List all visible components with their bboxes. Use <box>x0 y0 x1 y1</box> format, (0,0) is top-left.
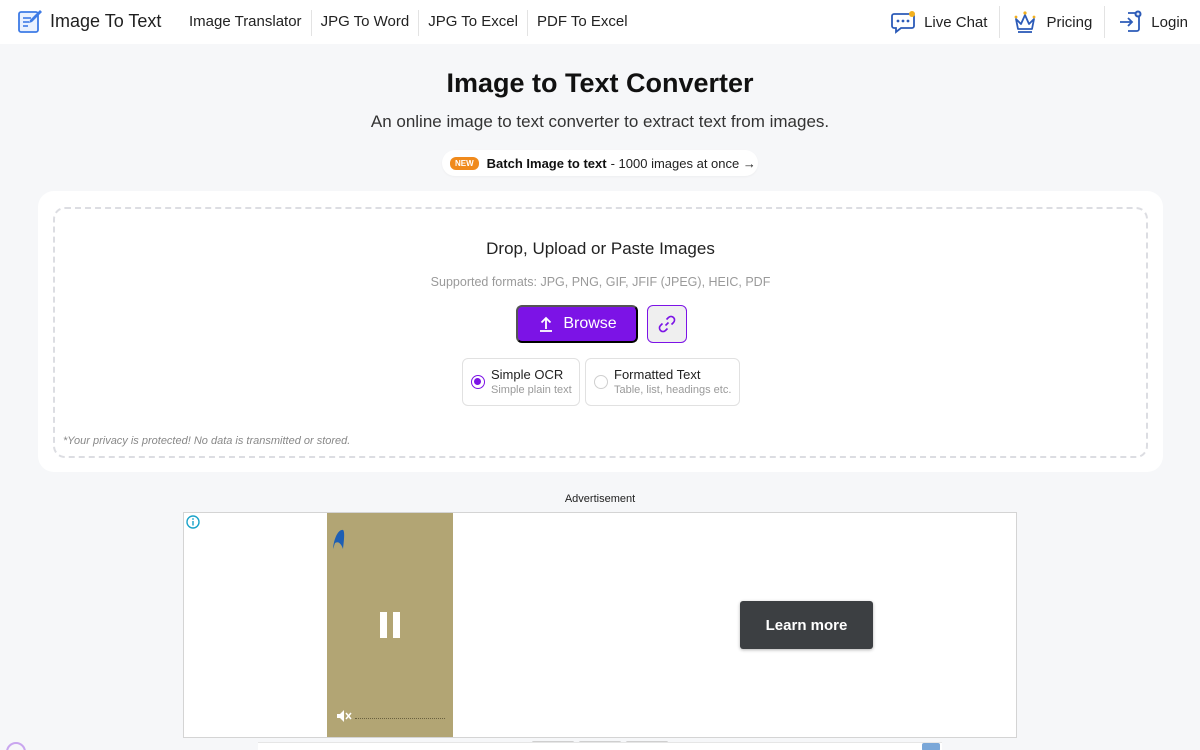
upload-arrow-icon <box>540 316 553 332</box>
nav-jpg-to-excel[interactable]: JPG To Excel <box>419 10 528 36</box>
formatted-text-desc: Table, list, headings etc. <box>614 383 732 396</box>
mute-icon[interactable] <box>336 709 352 723</box>
login-button[interactable]: Login <box>1105 6 1200 38</box>
ad-video[interactable] <box>327 513 453 737</box>
pause-icon[interactable] <box>378 612 402 638</box>
chat-widget-icon[interactable] <box>4 738 28 750</box>
header-actions: Live Chat Pricing Login <box>878 6 1200 38</box>
formatted-text-title: Formatted Text <box>614 366 701 382</box>
nav-pdf-to-excel[interactable]: PDF To Excel <box>528 10 637 36</box>
advertisement-label: Advertisement <box>564 493 636 505</box>
live-chat-button[interactable]: Live Chat <box>878 6 1001 38</box>
pricing-button[interactable]: Pricing <box>1000 6 1106 38</box>
nav-jpg-to-word[interactable]: JPG To Word <box>312 10 420 36</box>
batch-link-title: Batch Image to text <box>486 155 607 171</box>
batch-image-to-text-link[interactable]: NEW Batch Image to text - 1000 images at… <box>442 150 758 176</box>
simple-ocr-option[interactable]: Simple OCR Simple plain text <box>462 358 580 406</box>
browse-label: Browse <box>563 315 617 332</box>
top-navigation-bar: Image To Text Image Translator JPG To Wo… <box>0 0 1200 44</box>
page-subtitle: An online image to text converter to ext… <box>370 112 830 131</box>
ad-caption-line <box>355 718 445 721</box>
upload-from-url-button[interactable] <box>647 305 687 343</box>
ad-frame: Learn more <box>183 512 1017 738</box>
simple-ocr-title: Simple OCR <box>491 366 564 382</box>
main-nav: Image Translator JPG To Word JPG To Exce… <box>180 10 637 36</box>
batch-link-detail: - 1000 images at once → <box>610 155 756 171</box>
formatted-text-radio[interactable] <box>594 375 608 389</box>
bottom-banner <box>258 742 942 750</box>
site-name: Image To Text <box>50 10 162 31</box>
login-label: Login <box>1151 13 1188 31</box>
new-badge: NEW <box>450 156 479 170</box>
formatted-text-option[interactable]: Formatted Text Table, list, headings etc… <box>585 358 740 406</box>
info-icon[interactable] <box>186 515 200 529</box>
login-icon <box>1120 10 1142 32</box>
link-icon <box>658 315 676 333</box>
upload-card: Drop, Upload or Paste Images Supported f… <box>38 191 1163 472</box>
chat-bubble-icon <box>891 11 916 34</box>
simple-ocr-desc: Simple plain text <box>491 383 572 396</box>
pencil-doc-icon <box>18 10 42 33</box>
page-title: Image to Text Converter <box>446 68 754 98</box>
site-logo-link[interactable]: Image To Text <box>16 7 161 35</box>
privacy-note: *Your privacy is protected! No data is t… <box>63 435 351 447</box>
pricing-label: Pricing <box>1046 13 1093 31</box>
bottom-banner-badge <box>922 743 940 750</box>
supported-formats: Supported formats: JPG, PNG, GIF, JFIF (… <box>430 275 771 289</box>
dropzone-title: Drop, Upload or Paste Images <box>486 239 715 258</box>
nav-image-translator[interactable]: Image Translator <box>180 10 312 36</box>
crown-icon <box>1015 11 1036 33</box>
image-dropzone[interactable]: Drop, Upload or Paste Images Supported f… <box>53 207 1148 458</box>
ad-learn-more-button[interactable]: Learn more <box>740 601 873 649</box>
ad-brand-logo-icon <box>333 529 345 549</box>
live-chat-label: Live Chat <box>924 13 988 31</box>
simple-ocr-radio[interactable] <box>471 375 485 389</box>
browse-button[interactable]: Browse <box>516 305 638 343</box>
